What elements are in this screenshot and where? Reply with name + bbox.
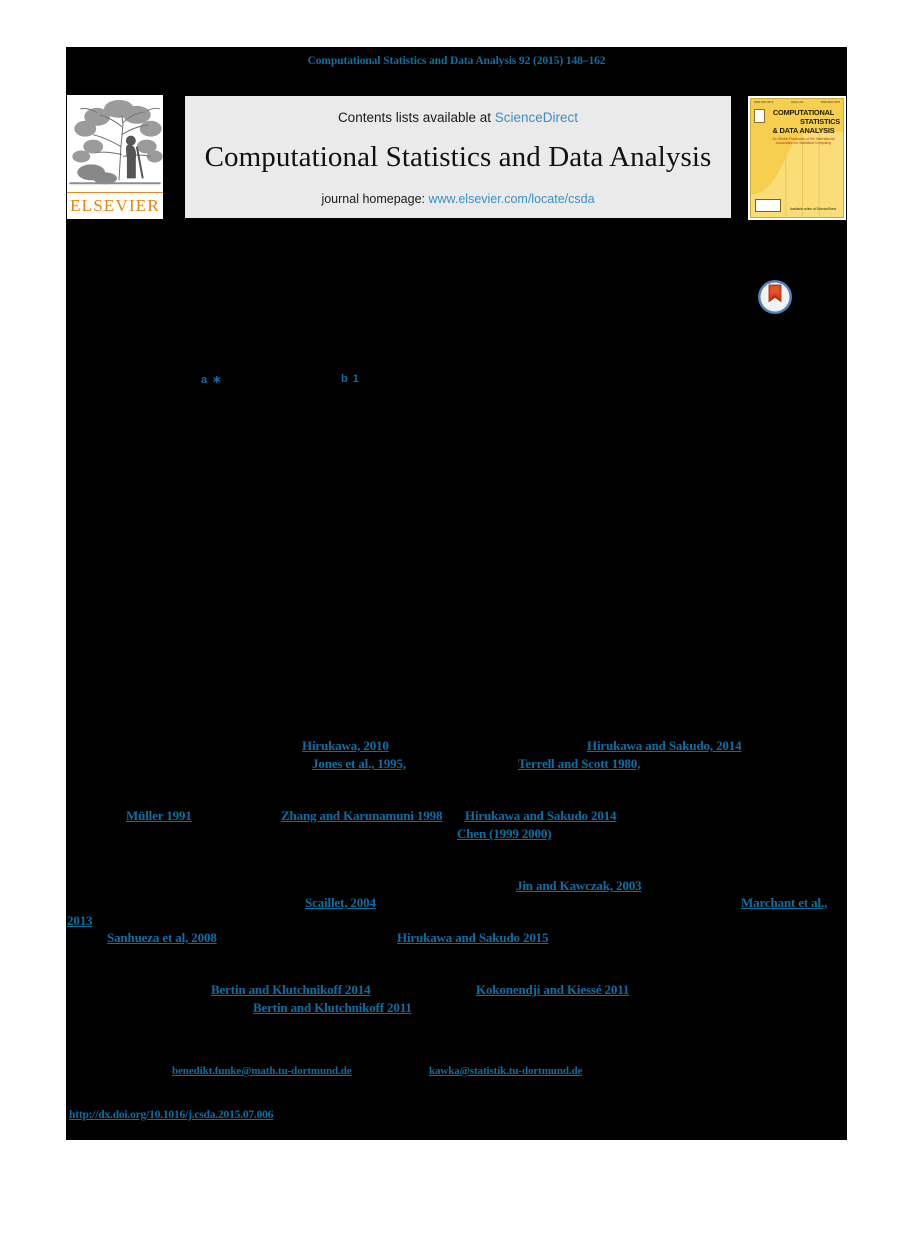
citation-link[interactable]: Müller 1991 bbox=[126, 808, 192, 824]
citation-link[interactable]: Terrell and Scott 1980, bbox=[518, 756, 640, 772]
journal-cover-art: ISSN 0167-9473 Volume 92 ISSN 0167-9473 … bbox=[750, 98, 844, 218]
journal-homepage-prefix: journal homepage: bbox=[321, 192, 429, 206]
journal-cover-thumbnail[interactable]: ISSN 0167-9473 Volume 92 ISSN 0167-9473 … bbox=[748, 96, 846, 220]
citation-link[interactable]: Hirukawa and Sakudo, 2014 bbox=[587, 738, 742, 754]
author-a-affiliation-marker[interactable]: a ∗ bbox=[201, 373, 222, 386]
citation-link[interactable]: Chen (1999 2000) bbox=[457, 826, 552, 842]
citation-link[interactable]: 2013 bbox=[67, 913, 93, 929]
running-head-citation[interactable]: Computational Statistics and Data Analys… bbox=[66, 55, 847, 67]
crossmark-icon bbox=[758, 280, 792, 314]
journal-masthead: ELSEVIER Contents lists available at Sci… bbox=[66, 95, 847, 221]
crossmark-badge[interactable] bbox=[753, 275, 797, 319]
cover-title-line2: STATISTICS bbox=[799, 117, 840, 127]
author-email-link[interactable]: kawka@statistik.tu-dortmund.de bbox=[429, 1065, 582, 1077]
citation-link[interactable]: Bertin and Klutchnikoff 2014 bbox=[211, 982, 371, 998]
cover-title-line1: COMPUTATIONAL bbox=[772, 108, 835, 117]
cover-subtitle: An Official Publication of the Internati… bbox=[772, 137, 835, 146]
journal-title: Computational Statistics and Data Analys… bbox=[204, 141, 712, 173]
citation-link[interactable]: Marchant et al., bbox=[741, 895, 827, 911]
elsevier-tree-icon bbox=[67, 95, 163, 193]
citation-link[interactable]: Scaillet, 2004 bbox=[305, 895, 376, 911]
citation-link[interactable]: Zhang and Karunamuni 1998 bbox=[281, 808, 442, 824]
author-email-link[interactable]: benedikt.funke@math.tu-dortmund.de bbox=[172, 1065, 352, 1077]
journal-homepage-link[interactable]: www.elsevier.com/locate/csda bbox=[428, 192, 594, 206]
citation-link[interactable]: Hirukawa and Sakudo 2015 bbox=[397, 930, 549, 946]
cover-title-line3: & DATA ANALYSIS bbox=[772, 126, 835, 136]
cover-journal-title: COMPUTATIONAL STATISTICS & DATA ANALYSIS bbox=[767, 108, 840, 135]
elsevier-wordmark: ELSEVIER bbox=[67, 192, 163, 219]
citation-link[interactable]: Sanhueza et al, 2008 bbox=[107, 930, 217, 946]
cover-elsevier-mark-icon bbox=[754, 109, 765, 123]
citation-link[interactable]: Kokonendji and Kiessé 2011 bbox=[476, 982, 629, 998]
doi-link[interactable]: http://dx.doi.org/10.1016/j.csda.2015.07… bbox=[69, 1109, 273, 1121]
contents-lists-line: Contents lists available at ScienceDirec… bbox=[338, 110, 578, 125]
citation-link[interactable]: Jones et al., 1995, bbox=[312, 756, 406, 772]
journal-banner: Contents lists available at ScienceDirec… bbox=[185, 96, 731, 218]
cover-issn-right: ISSN 0167-9473 bbox=[820, 100, 840, 104]
sciencedirect-link[interactable]: ScienceDirect bbox=[495, 110, 578, 125]
author-b-affiliation-marker[interactable]: b 1 bbox=[341, 373, 360, 385]
citation-link[interactable]: Jin and Kawczak, 2003 bbox=[516, 878, 642, 894]
journal-homepage-line: journal homepage: www.elsevier.com/locat… bbox=[321, 192, 594, 206]
citation-link[interactable]: Bertin and Klutchnikoff 2011 bbox=[253, 1000, 412, 1016]
cover-footer-badge-icon bbox=[755, 199, 781, 212]
cover-issn-left: ISSN 0167-9473 bbox=[754, 100, 774, 104]
cover-volume: Volume 92 bbox=[790, 100, 804, 104]
article-page-sheet: Computational Statistics and Data Analys… bbox=[66, 47, 847, 1140]
citation-link[interactable]: Hirukawa, 2010 bbox=[302, 738, 389, 754]
cover-top-metadata: ISSN 0167-9473 Volume 92 ISSN 0167-9473 bbox=[751, 99, 843, 107]
elsevier-logo: ELSEVIER bbox=[67, 95, 163, 219]
citation-link[interactable]: Hirukawa and Sakudo 2014 bbox=[465, 808, 617, 824]
cover-footer-text: Available online at ScienceDirect bbox=[789, 207, 837, 212]
contents-lists-prefix: Contents lists available at bbox=[337, 110, 495, 125]
